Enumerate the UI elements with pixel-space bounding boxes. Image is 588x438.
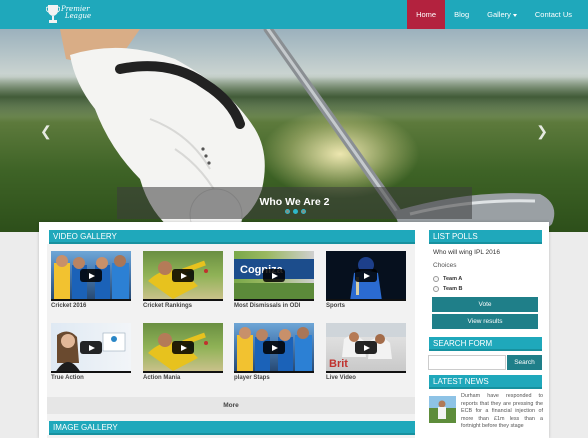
- search-header: SEARCH FORM: [427, 337, 542, 351]
- latest-news-header: LATEST NEWS: [427, 375, 542, 389]
- main-nav: Home Blog Gallery Contact Us: [407, 0, 588, 29]
- hero-caption: Who We Are 2: [259, 196, 330, 208]
- polls-header: LIST POLLS: [427, 230, 542, 244]
- video-thumbnail: [51, 251, 131, 301]
- search-button[interactable]: Search: [507, 355, 542, 370]
- top-navbar: Premier League Home Blog Gallery Contact…: [0, 0, 588, 29]
- carousel-dot-2[interactable]: [293, 209, 298, 214]
- logo-text: Premier League: [61, 6, 91, 20]
- site-logo[interactable]: Premier League: [46, 3, 96, 25]
- video-thumbnail: [234, 323, 314, 373]
- carousel-dot-3[interactable]: [301, 209, 306, 214]
- radio-button[interactable]: [433, 286, 439, 292]
- video-item[interactable]: Cogniza Most Dismissals in ODI: [234, 251, 314, 315]
- view-results-button[interactable]: View results: [432, 314, 538, 329]
- cricketer-image: [429, 396, 456, 423]
- nav-home[interactable]: Home: [407, 0, 446, 29]
- video-title[interactable]: player Staps: [234, 375, 270, 381]
- video-thumbnail: [143, 251, 223, 301]
- search-title: SEARCH FORM: [433, 339, 493, 348]
- video-title[interactable]: True Action: [51, 375, 84, 381]
- video-item[interactable]: Brit Live Video: [326, 323, 406, 387]
- trophy-icon: [46, 5, 60, 23]
- more-videos-button[interactable]: More: [47, 397, 415, 414]
- polls-title: LIST POLLS: [433, 232, 478, 241]
- news-excerpt[interactable]: Durham have responded to reports that th…: [461, 393, 543, 431]
- carousel-next-button[interactable]: ❯: [536, 123, 548, 140]
- nav-gallery-label: Gallery: [487, 10, 511, 19]
- play-icon[interactable]: [80, 341, 102, 354]
- play-icon[interactable]: [172, 269, 194, 282]
- video-title[interactable]: Most Dismissals in ODI: [234, 303, 300, 309]
- nav-contact[interactable]: Contact Us: [526, 0, 588, 29]
- video-thumbnail: Cogniza: [234, 251, 314, 301]
- video-title[interactable]: Live Video: [326, 375, 356, 381]
- image-gallery-header: IMAGE GALLERY: [47, 421, 415, 435]
- video-title[interactable]: Action Mania: [143, 375, 180, 381]
- poll-option[interactable]: Team B: [433, 285, 462, 293]
- video-thumbnail: [143, 323, 223, 373]
- play-icon[interactable]: [355, 341, 377, 354]
- poll-option[interactable]: Team A: [433, 275, 462, 283]
- carousel-prev-button[interactable]: ❮: [40, 123, 52, 140]
- video-item[interactable]: Cricket 2016: [51, 251, 131, 315]
- play-icon[interactable]: [172, 341, 194, 354]
- logo-text-line2: League: [65, 12, 92, 20]
- search-input[interactable]: [428, 355, 506, 370]
- hero-caption-box: Who We Are 2: [117, 187, 472, 219]
- play-icon[interactable]: [80, 269, 102, 282]
- vote-button[interactable]: Vote: [432, 297, 538, 312]
- news-thumbnail[interactable]: [429, 396, 456, 423]
- video-title[interactable]: Sports: [326, 303, 345, 309]
- play-icon[interactable]: [263, 269, 285, 282]
- video-gallery-header: VIDEO GALLERY: [47, 230, 415, 244]
- video-item[interactable]: True Action: [51, 323, 131, 387]
- video-item[interactable]: Sports: [326, 251, 406, 315]
- poll-option-label: Team A: [443, 276, 463, 282]
- radio-button[interactable]: [433, 276, 439, 282]
- carousel-indicators: [285, 209, 306, 214]
- nav-gallery[interactable]: Gallery: [478, 0, 526, 29]
- poll-question: Who will wing IPL 2016: [433, 249, 500, 256]
- video-title[interactable]: Cricket 2016: [51, 303, 86, 309]
- play-icon[interactable]: [263, 341, 285, 354]
- video-title[interactable]: Cricket Rankings: [143, 303, 192, 309]
- svg-text:Brit: Brit: [329, 358, 348, 370]
- video-gallery-title: VIDEO GALLERY: [53, 232, 117, 241]
- hero-carousel: ❮ ❯ Who We Are 2: [0, 29, 588, 232]
- poll-choices-label: Choices: [433, 262, 457, 269]
- video-thumbnail: [326, 251, 406, 301]
- poll-option-label: Team B: [443, 286, 463, 292]
- carousel-dot-1[interactable]: [285, 209, 290, 214]
- latest-news-title: LATEST NEWS: [433, 377, 489, 386]
- video-item[interactable]: Action Mania: [143, 323, 223, 387]
- caret-down-icon: [512, 13, 517, 17]
- play-icon[interactable]: [355, 269, 377, 282]
- video-thumbnail: [51, 323, 131, 373]
- video-thumbnail: Brit: [326, 323, 406, 373]
- nav-blog[interactable]: Blog: [445, 0, 478, 29]
- video-item[interactable]: Cricket Rankings: [143, 251, 223, 315]
- video-item[interactable]: player Staps: [234, 323, 314, 387]
- image-gallery-title: IMAGE GALLERY: [53, 423, 118, 432]
